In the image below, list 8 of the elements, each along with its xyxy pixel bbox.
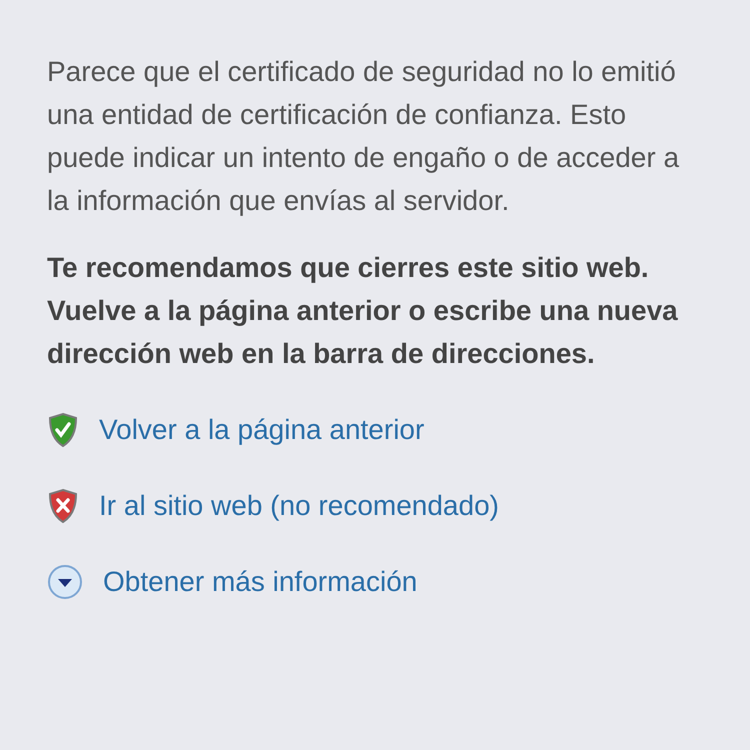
shield-x-icon [47, 488, 79, 524]
link[interactable]: Volver a la página anterior [99, 408, 424, 451]
recommendation-text: Te recomendamos que cierres este sitio web. Vuelve a la página anterior o escribe una nueva dirección web en la barra de direcciones. [47, 251, 679, 371]
link[interactable]: Obtener más información [103, 560, 418, 603]
link[interactable]: Ir al sitio web (no recomendado) [99, 484, 499, 527]
description-text: Parece que el certificado de seguridad no lo emitió una entidad de certificación de confianza. Esto puede indicar un intento de engaño o de acceder a la información que envías al servidor. [47, 55, 680, 218]
expand-icon [47, 564, 83, 600]
shield-check-icon [47, 412, 79, 448]
